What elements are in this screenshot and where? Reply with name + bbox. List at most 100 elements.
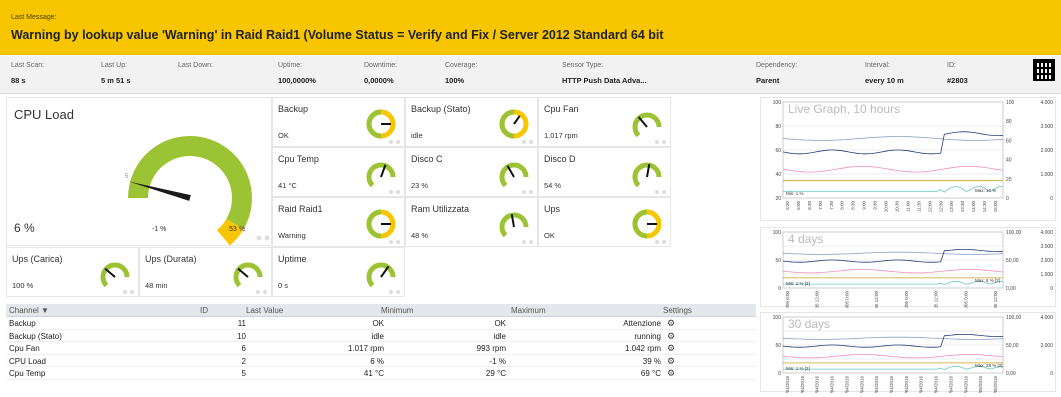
table-row[interactable]: CPU Load 2 6 % -1 % 39 % ⚙ [6,355,756,367]
gauge-card-disco-c[interactable]: Disco C 23 % [405,147,538,197]
graph-1[interactable]: 4 days 100 50 0 100,00 50,00 0,00 4.000 3.000 2.0… [760,227,1056,308]
x-tick-label: 5:30 [785,201,790,210]
gear-icon[interactable]: ⚙ [667,343,675,354]
y-tick-label: 3.000 [1040,124,1053,130]
series-line [783,186,1004,193]
x-tick-label: 13:30 [960,201,965,213]
x-tick-label: 24/04/2016 [919,376,924,393]
table-body: Backup 11 OK OK Attenzione ⚙ Backup (Stato) 10 i… [6,317,756,380]
x-tick-label: 10:30 [894,201,899,213]
cpu-load-gauge: 5 [125,136,270,246]
gauge-card-raid-raid1[interactable]: Raid Raid1 Warning [272,197,405,247]
x-tick-label: 12:00 [927,201,932,213]
gauge-card-ups[interactable]: Ups OK [538,197,671,247]
x-tick-label: 16/04/2016 [859,376,864,393]
series-line [782,165,1004,173]
max-label: Max: 28 % [2] [975,363,1003,368]
x-tick-label: 12:30 [938,201,943,213]
graph-canvas: 100 50 0 100,00 50,00 0,00 4.000 2.000 0 06/04/20… [773,315,1054,393]
x-tick-label: 10/04/2016 [815,376,820,393]
channel-table: Channel ▼ ID Last Value Minimum Maximum … [6,304,756,380]
gauge-card-disco-d[interactable]: Disco D 54 % [538,147,671,197]
y-tick-label: 2.000 [1040,343,1053,349]
series-line [782,251,1004,255]
gauge-dial [632,209,666,244]
series-line [782,354,1004,359]
y-tick-label: 100,00 [1006,230,1022,236]
col-maximum[interactable]: Maximum [511,306,546,315]
cell-last-value: 1.017 rpm [347,344,384,353]
series-line [782,269,1004,274]
gear-icon[interactable]: ⚙ [667,356,675,367]
gauge-dial [100,262,134,294]
cell-id: 5 [241,369,246,378]
cell-last-value: 41 °C [363,369,384,378]
col-minimum[interactable]: Minimum [381,306,413,315]
table-row[interactable]: Cpu Temp 5 41 °C 29 °C 69 °C ⚙ [6,367,756,380]
table-row[interactable]: Backup (Stato) 10 idle idle running ⚙ [6,330,756,342]
col-id[interactable]: ID [200,306,208,315]
gauge-card-ups-durata-[interactable]: Ups (Durata) 48 min [139,247,272,297]
y-tick-label: 80 [775,124,781,130]
cell-channel: Cpu Temp [9,369,46,378]
cell-last-value: idle [371,331,384,341]
table-row[interactable]: Cpu Fan 6 1.017 rpm 993 rpm 1.042 rpm ⚙ [6,342,756,355]
table-row[interactable]: Backup 11 OK OK Attenzione ⚙ [6,317,756,330]
gauge-card-cpu-temp[interactable]: Cpu Temp 41 °C [272,147,405,197]
info-dependency: Dependency: Parent [756,62,798,85]
cell-minimum: 29 °C [485,369,506,378]
qr-code-icon[interactable] [1033,59,1055,81]
max-label: Max: 10 % [975,188,996,193]
gauge-needle [237,267,249,278]
gauge-dial [632,112,666,144]
x-tick-label: 14:00 [971,201,976,213]
gauge-card-ram-utilizzata[interactable]: Ram Utilizzata 48 % [405,197,538,247]
graph-2[interactable]: 30 days 100 50 0 100,00 50,00 0,00 4.000 2.000 0 0… [760,312,1056,393]
col-channel[interactable]: Channel ▼ [9,306,49,315]
x-tick-label: 6:30 [807,201,812,210]
x-tick-label: 22/04/2016 [904,376,909,393]
cell-minimum: 993 rpm [476,344,506,353]
y-tick-label: 50,00 [1006,343,1019,349]
x-tick-label: 14:30 [982,201,987,213]
y-tick-label: 20 [775,196,781,202]
info-downtime: Downtime: 0,0000% [364,62,398,85]
gear-icon[interactable]: ⚙ [667,318,675,329]
info-id: ID: #2803 [947,62,968,85]
x-tick-label: 03/05 12:00 [874,291,879,308]
gauge-card-ups-carica-[interactable]: Ups (Carica) 100 % [6,247,139,297]
x-tick-label: 14/04/2016 [844,376,849,393]
x-tick-label: 05/05 12:00 [993,291,998,308]
y-tick-label: 20 [1006,177,1012,183]
gauge-card-cpu-fan[interactable]: Cpu Fan 1.017 rpm [538,97,671,147]
y-tick-label: 100 [773,315,782,321]
x-tick-label: 20/04/2016 [889,376,894,393]
gear-icon[interactable]: ⚙ [667,331,675,342]
y-tick-label: 0 [778,286,781,292]
cell-channel: Backup [9,319,36,328]
graph-0[interactable]: Live Graph, 10 hours 100 80 60 40 20 100 80 60 40… [760,97,1056,221]
gauge-card-backup[interactable]: Backup OK [272,97,405,147]
gauge-card-backup-stato-[interactable]: Backup (Stato) idle [405,97,538,147]
y-tick-label: 1.000 [1040,272,1053,278]
x-tick-label: 8:30 [851,201,856,210]
cell-minimum: -1 % [489,356,506,366]
gauge-dial [366,162,400,194]
graph-canvas: 100 80 60 40 20 100 80 60 40 20 0 4.000 3.000 2.000 1.… [773,100,1054,213]
info-last-up: Last Up: 5 m 51 s [101,62,131,85]
y-tick-label: 0 [1050,371,1053,377]
gauge-card-uptime[interactable]: Uptime 0 s [272,247,405,297]
info-interval: Interval: every 10 m [865,62,904,85]
cell-channel: Backup (Stato) [9,331,62,341]
y-tick-label: 0 [778,371,781,377]
cell-minimum: OK [494,319,506,328]
gear-icon[interactable]: ⚙ [667,368,675,379]
col-last-value[interactable]: Last Value [246,306,283,315]
x-tick-label: 04/05 0:00 [904,291,909,308]
cpu-gauge-green-arc [128,136,252,229]
cpu-load-gauge-card[interactable]: CPU Load 5 6 % -1 % 53 % [6,97,272,246]
gauge-dial [366,262,400,294]
x-tick-label: 06/04/2016 [785,376,790,393]
x-tick-label: 12/04/2016 [830,376,835,393]
y-tick-label: 0,00 [1006,371,1016,377]
